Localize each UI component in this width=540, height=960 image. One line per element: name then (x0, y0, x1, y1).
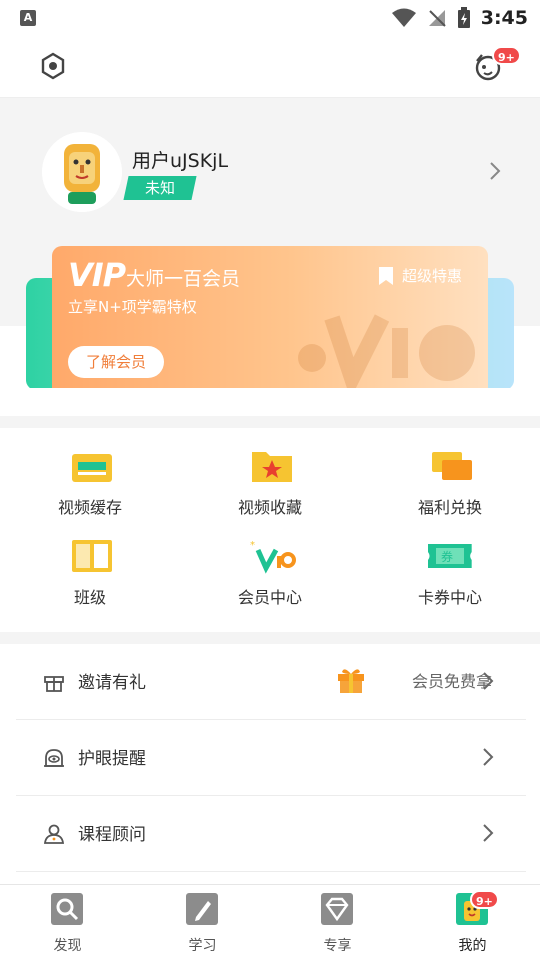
list-item-eye-care[interactable]: 护眼提醒 (16, 720, 526, 796)
svg-text:券: 券 (441, 549, 453, 564)
top-bar (0, 36, 540, 98)
tab-study[interactable]: 学习 (135, 885, 270, 960)
grid-item-video-favorite[interactable]: 视频收藏 (180, 428, 360, 518)
grid-item-coupon-center[interactable]: 券 卡券中心 (360, 518, 540, 608)
grid-item-video-cache[interactable]: 视频缓存 (0, 428, 180, 518)
welfare-exchange-icon (432, 452, 472, 480)
svg-text:*: * (250, 540, 255, 551)
grid-label: 视频收藏 (237, 498, 302, 517)
learn-vip-button[interactable]: 了解会员 (68, 346, 164, 378)
chevron-right-icon (483, 672, 494, 690)
list-item-consultant[interactable]: 课程顾问 (16, 796, 526, 872)
coupon-center-icon: 券 (428, 544, 472, 568)
vip-special-offer[interactable]: 超级特惠 (376, 265, 462, 286)
grid-label: 福利兑换 (417, 498, 482, 517)
battery-icon (457, 7, 470, 28)
status-icons: 3:45 (391, 4, 528, 32)
grid-item-welfare-exchange[interactable]: 福利兑换 (360, 428, 540, 518)
tab-label: 专享 (323, 938, 352, 954)
eye-care-icon (44, 749, 64, 767)
user-tag: 未知 (123, 176, 197, 200)
section-gap (0, 632, 540, 644)
grid-label: 会员中心 (237, 588, 302, 607)
app-indicator-icon: A (20, 10, 36, 26)
list-item-label: 邀请有礼 (78, 673, 146, 693)
message-badge: 9+ (492, 46, 521, 65)
vip-special-label: 超级特惠 (402, 267, 463, 285)
wifi-icon (391, 8, 416, 27)
discover-icon (51, 893, 83, 925)
username: 用户uJSKjL (132, 150, 229, 172)
no-signal-icon (428, 10, 446, 27)
grid-label: 班级 (73, 588, 106, 607)
tab-discover[interactable]: 发现 (0, 885, 135, 960)
video-favorite-icon (252, 452, 292, 482)
grid-item-vip-center[interactable]: * 会员中心 (180, 518, 360, 608)
lion-avatar-icon (42, 132, 122, 212)
list-item-label: 护眼提醒 (78, 749, 146, 769)
divider (0, 388, 540, 416)
list-item-label: 课程顾问 (78, 825, 146, 845)
settings-list: 邀请有礼 会员免费拿 护眼提醒 课程顾问 (0, 644, 540, 884)
settings-icon[interactable] (38, 51, 68, 81)
user-tag-label: 未知 (144, 179, 175, 197)
chevron-right-icon (483, 748, 494, 766)
feature-grid: 视频缓存 视频收藏 福利兑换 班级 * 会员中心 券 卡券中心 (0, 428, 540, 632)
vip-title: 大师一百会员 (126, 268, 241, 290)
gift-box-icon (44, 676, 64, 692)
list-item-invite[interactable]: 邀请有礼 会员免费拿 (16, 644, 526, 720)
exclusive-icon (321, 893, 353, 925)
vip-subtitle: 立享N+项学霸特权 (68, 298, 197, 316)
vip-card[interactable]: VIP 大师一百会员 立享N+项学霸特权 超级特惠 了解会员 (52, 246, 488, 388)
status-bar: A 3:45 (0, 0, 540, 36)
section-gap (0, 416, 540, 428)
grid-label: 卡券中心 (417, 588, 482, 607)
tab-label: 我的 (458, 938, 487, 954)
clock: 3:45 (480, 7, 528, 29)
tab-exclusive[interactable]: 专享 (270, 885, 405, 960)
chevron-right-icon (483, 824, 494, 842)
grid-label: 视频缓存 (57, 498, 122, 517)
tab-label: 学习 (188, 938, 217, 954)
avatar[interactable] (42, 132, 122, 212)
tab-badge: 9+ (470, 890, 499, 909)
bottom-nav: 发现 学习 专享 我的 (0, 884, 540, 960)
study-icon (186, 893, 218, 925)
chevron-right-icon[interactable] (488, 160, 502, 182)
list-item-hint: 会员免费拿 (411, 672, 492, 691)
grid-item-class[interactable]: 班级 (0, 518, 180, 608)
consultant-icon (43, 824, 65, 844)
video-cache-icon (72, 454, 112, 482)
gift-icon (338, 669, 364, 693)
vip-center-icon: * (250, 540, 296, 574)
tab-label: 发现 (53, 938, 82, 954)
vip-watermark-icon (298, 314, 475, 388)
vip-logo: VIP (68, 256, 126, 294)
class-icon (72, 540, 112, 572)
bookmark-icon (379, 266, 393, 285)
